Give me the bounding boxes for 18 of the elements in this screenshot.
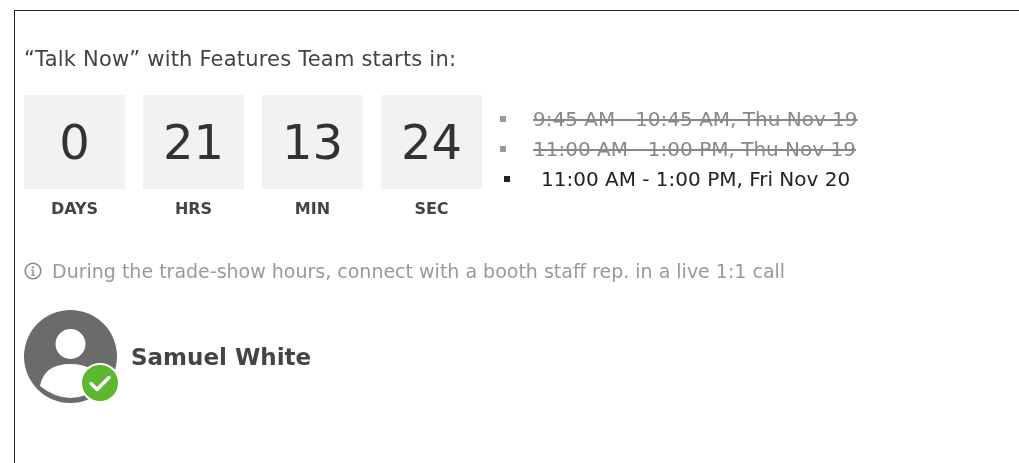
countdown-unit: DAYS xyxy=(50,199,99,218)
bullet-icon xyxy=(504,176,510,182)
contact-name: Samuel White xyxy=(131,343,312,370)
info-text: During the trade-show hours, connect with a booth staff rep. in a live 1:1 call xyxy=(52,260,786,282)
countdown-heading: “Talk Now” with Features Team starts in: xyxy=(24,47,458,71)
countdown-unit: MIN xyxy=(294,199,331,218)
bullet-icon xyxy=(500,146,506,152)
time-slot: 11:00 AM - 1:00 PM, Fri Nov 20 xyxy=(541,167,851,191)
countdown-value: 21 xyxy=(143,95,244,189)
countdown-value: 24 xyxy=(381,95,482,189)
bullet-icon xyxy=(500,116,506,122)
countdown-unit: HRS xyxy=(174,199,213,218)
countdown-value: 0 xyxy=(24,95,125,189)
countdown-value: 13 xyxy=(262,95,363,189)
time-slot: 9:45 AM - 10:45 AM, Thu Nov 19 xyxy=(533,107,858,131)
time-slot: 11:00 AM - 1:00 PM, Thu Nov 19 xyxy=(533,137,856,161)
countdown-unit: SEC xyxy=(414,199,449,218)
info-icon xyxy=(24,262,42,280)
